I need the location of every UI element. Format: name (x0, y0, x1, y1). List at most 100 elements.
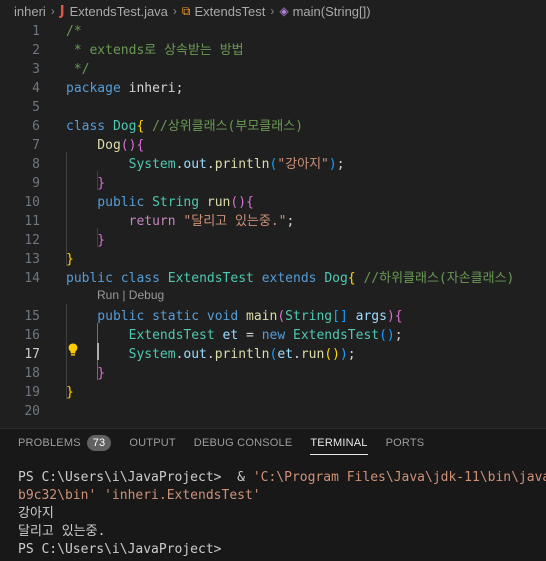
code-token: println (214, 347, 270, 362)
code-token: { (394, 309, 403, 324)
line-code: class Dog{ //상위클래스(부모클래스) (66, 117, 303, 136)
line-number: 4 (32, 81, 40, 96)
code-token: } (66, 252, 74, 267)
problems-count-badge: 73 (86, 435, 112, 451)
code-token: Dog (324, 271, 348, 286)
code-token: Dog (66, 138, 121, 153)
breadcrumb-method[interactable]: main(String[]) (293, 4, 371, 19)
code-token: println (214, 157, 270, 172)
code-token: . (206, 347, 215, 362)
code-token: . (206, 157, 215, 172)
code-token: () (324, 347, 340, 362)
code-token: String (152, 195, 207, 210)
code-line[interactable]: 5 (0, 98, 546, 117)
code-token: ExtendsTest (66, 328, 223, 343)
code-line[interactable]: 2 * extends로 상속받는 방법 (0, 41, 546, 60)
line-number: 6 (32, 119, 40, 134)
code-line[interactable]: 19} (0, 383, 546, 402)
code-token: public (66, 271, 121, 286)
code-token: . (293, 347, 301, 362)
line-number: 9 (32, 176, 40, 191)
breadcrumb-file[interactable]: ExtendsTest.java (70, 4, 168, 19)
code-token: [] (332, 309, 356, 324)
terminal-line: PS C:\Users\i\JavaProject> & 'C:\Program… (18, 469, 546, 487)
line-code: */ (66, 60, 90, 79)
class-symbol-icon: ⧉ (181, 3, 191, 18)
codelens-run-debug[interactable]: Run | Debug (97, 288, 164, 302)
code-token: ) (339, 347, 348, 362)
code-token: return (66, 214, 184, 229)
code-token: //상위클래스(부모클래스) (144, 119, 304, 134)
code-token: ( (277, 309, 286, 324)
code-token: System (66, 157, 176, 172)
code-line[interactable]: 9 } (0, 174, 546, 193)
line-code: package inheri; (66, 79, 183, 98)
code-token: package (66, 81, 129, 96)
code-line[interactable]: 3 */ (0, 60, 546, 79)
terminal-text: 강아지 (18, 506, 54, 521)
terminal-text: PS C:\Users\i\JavaProject> (18, 542, 222, 557)
code-line[interactable]: 10 public String run(){ (0, 193, 546, 212)
code-token: ; (286, 214, 295, 229)
code-line[interactable]: 12 } (0, 231, 546, 250)
breadcrumb-class[interactable]: ExtendsTest (195, 4, 266, 19)
code-token: et (277, 347, 293, 362)
line-number: 5 (32, 100, 40, 115)
java-file-icon: J (59, 3, 65, 19)
code-line[interactable]: 7 Dog(){ (0, 136, 546, 155)
code-token: ; (394, 328, 403, 343)
code-token: public (66, 309, 153, 324)
code-line[interactable]: 20 (0, 402, 546, 421)
breadcrumb: inheri › J ExtendsTest.java › ⧉ ExtendsT… (0, 0, 546, 22)
method-symbol-icon: ◈ (279, 4, 289, 18)
code-token: out (183, 347, 207, 362)
line-number: 11 (24, 214, 40, 229)
code-line[interactable]: 13} (0, 250, 546, 269)
code-token: ExtendsTest (293, 328, 380, 343)
code-line[interactable]: 1 /* (0, 22, 546, 41)
code-token: } (66, 176, 106, 191)
code-token: System (66, 347, 176, 362)
line-code: } (66, 364, 105, 383)
code-line[interactable]: 16 ExtendsTest et = new ExtendsTest(); (0, 326, 546, 345)
line-code: } (66, 250, 74, 269)
line-number: 19 (24, 385, 40, 400)
code-token: } (66, 385, 74, 400)
line-number: 3 (32, 62, 40, 77)
tab-output[interactable]: OUTPUT (129, 429, 175, 457)
code-token: extends (261, 271, 325, 286)
code-line[interactable]: 17 System.out.println(et.run()); (0, 345, 546, 364)
line-code: System.out.println(et.run()); (66, 345, 356, 364)
code-token: class (120, 271, 168, 286)
code-line[interactable]: 14 public class ExtendsTest extends Dog{ … (0, 269, 546, 288)
code-token: ) (386, 309, 395, 324)
code-line[interactable]: 15 public static void main(String[] args… (0, 307, 546, 326)
tab-debug-console[interactable]: DEBUG CONSOLE (194, 429, 293, 457)
code-token: () (120, 138, 137, 153)
code-token: { (246, 195, 254, 210)
code-line[interactable]: 8 System.out.println("강아지"); (0, 155, 546, 174)
code-line[interactable]: 18 } (0, 364, 546, 383)
code-line[interactable]: 4 package inheri; (0, 79, 546, 98)
code-line[interactable]: 6 class Dog{ //상위클래스(부모클래스) (0, 117, 546, 136)
code-token: out (183, 157, 207, 172)
code-token: static (152, 309, 207, 324)
tab-terminal[interactable]: TERMINAL (310, 429, 368, 457)
line-code: return "달리고 있는중."; (66, 212, 295, 231)
line-number: 2 (32, 43, 40, 58)
terminal-output[interactable]: PS C:\Users\i\JavaProject> & 'C:\Program… (18, 469, 546, 559)
code-token: public (66, 195, 153, 210)
code-token: } (66, 366, 106, 381)
code-token: String (285, 309, 333, 324)
terminal-line: PS C:\Users\i\JavaProject> (18, 541, 546, 559)
code-token: inheri (128, 81, 176, 96)
chevron-right-icon: › (270, 4, 275, 18)
code-editor[interactable]: Run | Debug 1/* 2 * extends로 상속받는 방법 3 */4… (0, 22, 546, 420)
breadcrumb-folder[interactable]: inheri (14, 4, 46, 19)
bottom-panel: PROBLEMS 73 OUTPUT DEBUG CONSOLE TERMINAL… (0, 428, 546, 561)
line-number: 12 (24, 233, 40, 248)
code-line[interactable]: 11 return "달리고 있는중."; (0, 212, 546, 231)
tab-problems[interactable]: PROBLEMS 73 (18, 429, 112, 457)
terminal-text: 달리고 있는중. (18, 524, 106, 539)
tab-ports[interactable]: PORTS (386, 429, 425, 457)
